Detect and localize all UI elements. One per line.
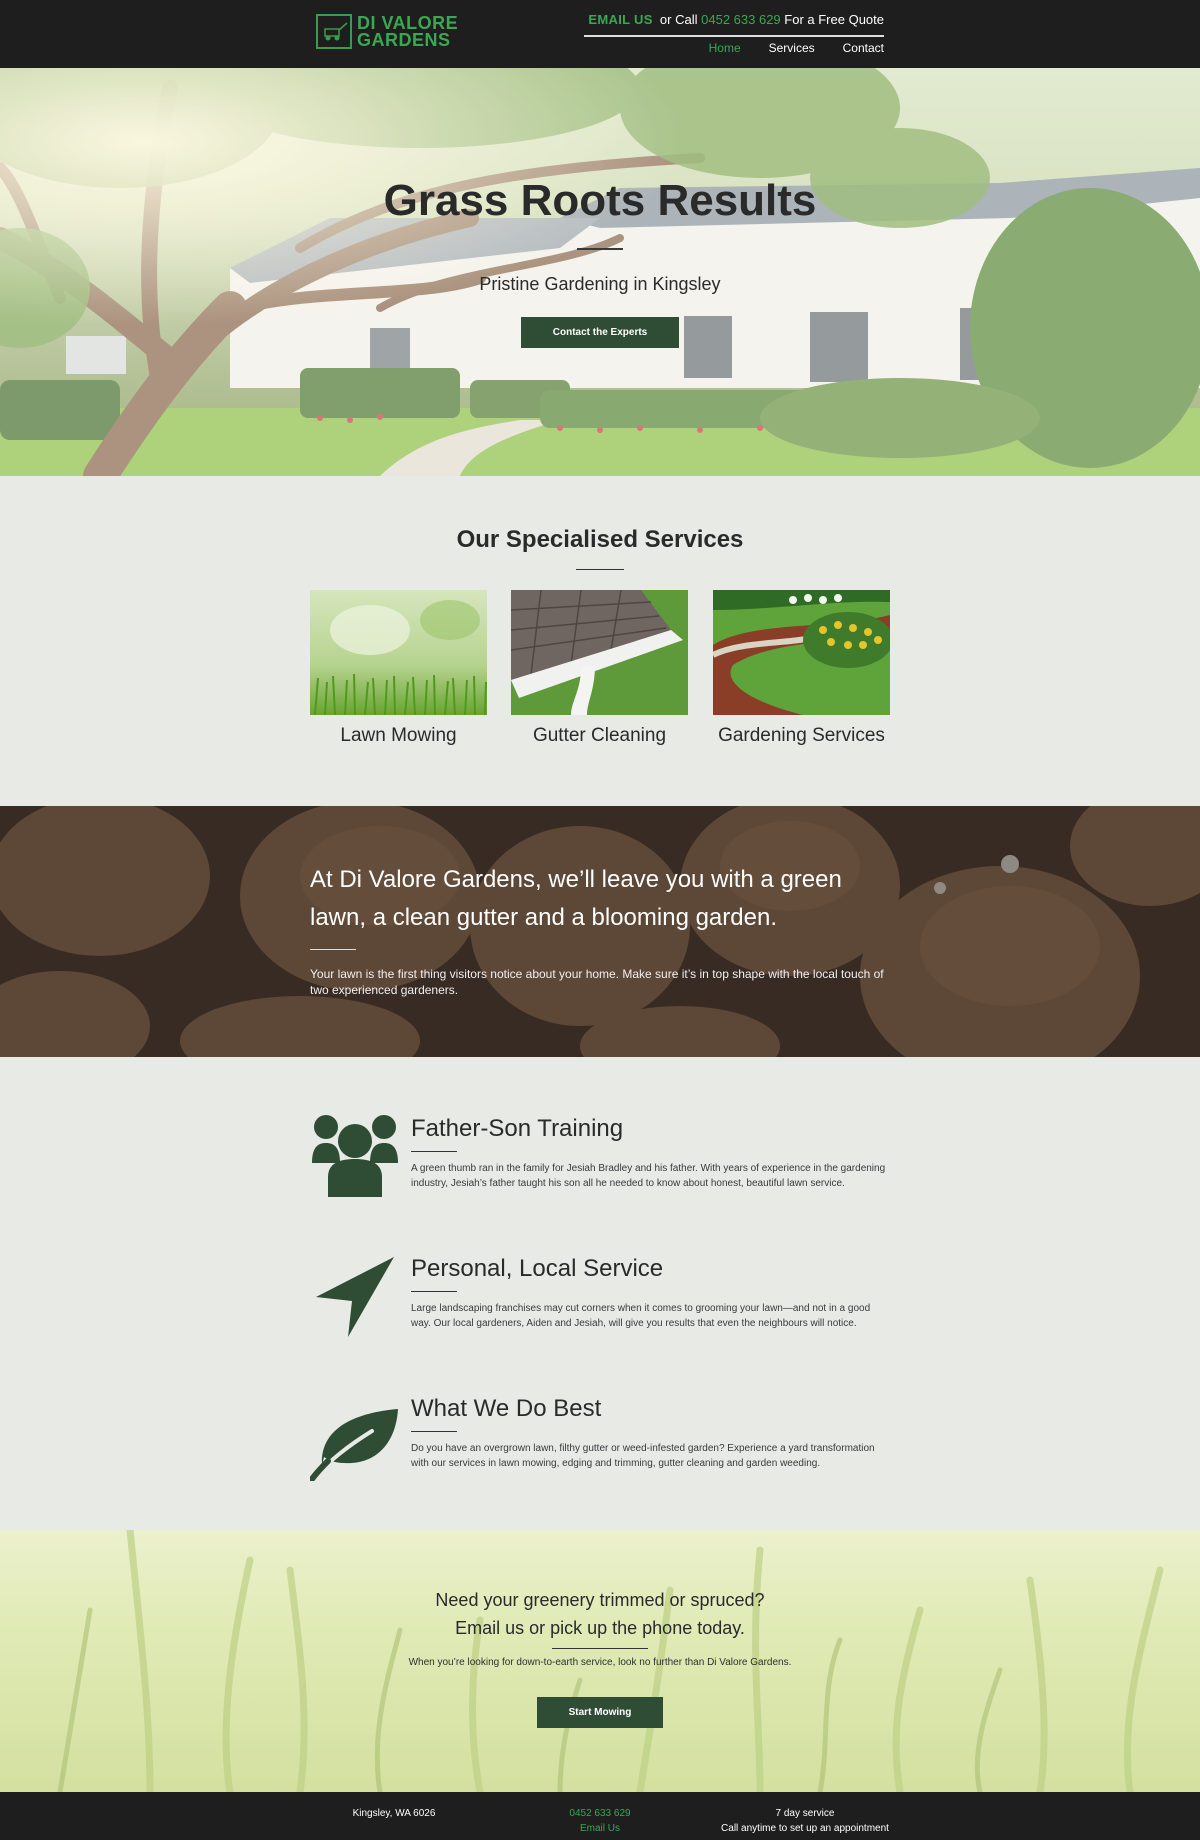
service-card-gutter-cleaning[interactable]: Gutter Cleaning bbox=[511, 590, 688, 747]
site-header: DI VALORE GARDENS EMAIL US or Call 0452 … bbox=[0, 0, 1200, 68]
logo-line-2: GARDENS bbox=[357, 29, 451, 50]
feature-body: A green thumb ran in the family for Jesi… bbox=[411, 1163, 886, 1189]
footer-address: Kingsley, WA 6026 bbox=[352, 1808, 436, 1819]
feature-body: Do you have an overgrown lawn, filthy gu… bbox=[411, 1443, 875, 1469]
main-nav: Home Services Contact bbox=[681, 41, 884, 55]
feature-title: Father-Son Training bbox=[411, 1115, 624, 1142]
start-mowing-button[interactable]: Start Mowing bbox=[537, 1697, 663, 1728]
hero-overlay bbox=[0, 68, 1200, 476]
mower-logo-icon bbox=[316, 14, 352, 49]
email-us-link[interactable]: EMAIL US bbox=[588, 12, 652, 27]
about-heading: At Di Valore Gardens, we’ll leave you wi… bbox=[310, 866, 842, 931]
service-card-lawn-mowing[interactable]: Lawn Mowing bbox=[310, 590, 487, 747]
services-title: Our Specialised Services bbox=[456, 526, 744, 553]
about-body: Your lawn is the first thing visitors no… bbox=[310, 967, 884, 997]
header-divider bbox=[584, 35, 884, 37]
cta-line-2: Email us or pick up the phone today. bbox=[455, 1618, 745, 1638]
feature-title: Personal, Local Service bbox=[411, 1255, 664, 1282]
or-call-text: or Call bbox=[659, 12, 698, 27]
services-divider bbox=[576, 569, 624, 570]
footer-contact: 0452 633 629 Email Us bbox=[540, 1806, 660, 1836]
feature-divider bbox=[411, 1431, 457, 1432]
cta-body: When you’re looking for down-to-earth se… bbox=[408, 1657, 792, 1668]
service-label: Lawn Mowing bbox=[340, 725, 457, 746]
service-label: Gutter Cleaning bbox=[532, 725, 667, 746]
free-quote-text: For a Free Quote bbox=[784, 12, 884, 27]
nav-services[interactable]: Services bbox=[769, 41, 815, 55]
cta-section: Need your greenery trimmed or spruced? E… bbox=[0, 1530, 1200, 1792]
feature-father-son-training: Father-Son Training A green thumb ran in… bbox=[310, 1111, 890, 1211]
cta-heading: Need your greenery trimmed or spruced? E… bbox=[0, 1586, 1200, 1642]
hero-divider bbox=[577, 248, 623, 250]
about-banner: At Di Valore Gardens, we’ll leave you wi… bbox=[0, 806, 1200, 1057]
footer-phone-link[interactable]: 0452 633 629 bbox=[540, 1806, 660, 1821]
hero-subtitle: Pristine Gardening in Kingsley bbox=[479, 274, 721, 294]
header-phone-link[interactable]: 0452 633 629 bbox=[701, 12, 781, 27]
feature-divider bbox=[411, 1151, 457, 1152]
header-contact: EMAIL US or Call 0452 633 629 For a Free… bbox=[588, 12, 884, 27]
lawn-mowing-image bbox=[310, 590, 487, 715]
cta-line-1: Need your greenery trimmed or spruced? bbox=[435, 1590, 765, 1610]
nav-home[interactable]: Home bbox=[709, 41, 741, 55]
nav-contact[interactable]: Contact bbox=[843, 41, 884, 55]
footer-service-title: 7 day service bbox=[775, 1808, 835, 1819]
footer-service-text: Call anytime to set up an appointment bbox=[721, 1823, 889, 1834]
footer-service: 7 day service Call anytime to set up an … bbox=[700, 1806, 910, 1836]
about-divider bbox=[310, 949, 356, 950]
contact-experts-button[interactable]: Contact the Experts bbox=[521, 317, 679, 348]
location-arrow-icon bbox=[310, 1251, 400, 1341]
feature-title: What We Do Best bbox=[411, 1395, 602, 1422]
cta-divider bbox=[552, 1648, 648, 1649]
logo-text: DI VALORE GARDENS bbox=[357, 12, 459, 50]
logo-line-1: DI VALORE bbox=[357, 12, 459, 33]
gardening-services-image bbox=[713, 590, 890, 715]
hero-section: Grass Roots Results Pristine Gardening i… bbox=[0, 68, 1200, 476]
hero-title: Grass Roots Results bbox=[383, 176, 817, 225]
logo[interactable]: DI VALORE GARDENS bbox=[316, 13, 458, 50]
feature-personal-local-service: Personal, Local Service Large landscapin… bbox=[310, 1251, 890, 1351]
people-icon bbox=[310, 1111, 400, 1201]
site-footer: Kingsley, WA 6026 0452 633 629 Email Us … bbox=[0, 1792, 1200, 1840]
features-section: Father-Son Training A green thumb ran in… bbox=[0, 1057, 1200, 1530]
footer-email-link[interactable]: Email Us bbox=[540, 1821, 660, 1836]
services-section: Our Specialised Services Lawn Mowing Gut… bbox=[0, 476, 1200, 806]
feature-body: Large landscaping franchises may cut cor… bbox=[411, 1303, 871, 1329]
service-label: Gardening Services bbox=[718, 725, 885, 746]
leaf-icon bbox=[309, 1391, 400, 1482]
feature-what-we-do-best: What We Do Best Do you have an overgrown… bbox=[309, 1391, 890, 1491]
gutter-cleaning-image bbox=[511, 590, 688, 715]
service-card-gardening-services[interactable]: Gardening Services bbox=[713, 590, 890, 747]
feature-divider bbox=[411, 1291, 457, 1292]
